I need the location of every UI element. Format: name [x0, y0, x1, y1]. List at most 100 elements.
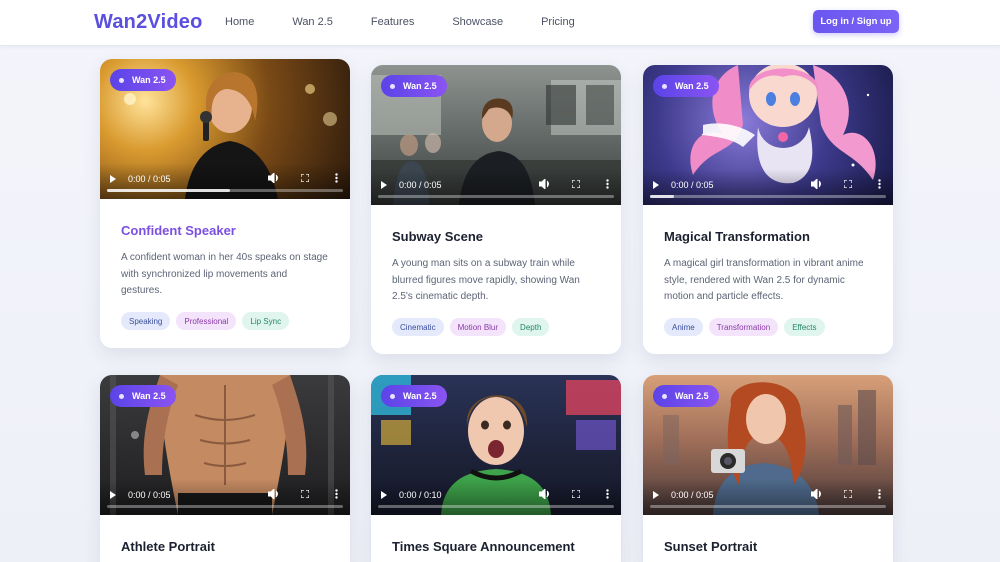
login-signup-button[interactable]: Log in / Sign up	[813, 10, 899, 33]
model-badge: Wan 2.5	[653, 75, 719, 97]
tag-list: Anime Transformation Effects	[664, 318, 873, 337]
showcase-card[interactable]: Wan 2.5 0:00 / 0:05 Athlete Portrait	[100, 375, 350, 562]
fullscreen-icon[interactable]	[572, 490, 580, 498]
progress-bar[interactable]	[378, 195, 614, 198]
video-controls: 0:00 / 0:05	[371, 169, 621, 205]
video-time: 0:00 / 0:05	[399, 180, 442, 190]
play-icon[interactable]	[381, 181, 387, 189]
progress-bar[interactable]	[107, 189, 343, 192]
volume-icon[interactable]	[539, 179, 551, 189]
video-controls: 0:00 / 0:05	[100, 163, 350, 199]
video-controls: 0:00 / 0:10	[371, 479, 621, 515]
fullscreen-icon[interactable]	[301, 490, 309, 498]
volume-icon[interactable]	[811, 179, 823, 189]
nav-link-wan25[interactable]: Wan 2.5	[292, 16, 333, 28]
tag-list: Speaking Professional Lip Sync	[121, 312, 330, 331]
tag: Transformation	[708, 318, 779, 337]
play-icon[interactable]	[653, 491, 659, 499]
tag: Depth	[512, 318, 550, 337]
badge-label: Wan 2.5	[675, 391, 709, 401]
card-title: Athlete Portrait	[121, 539, 215, 554]
more-options-icon[interactable]	[335, 489, 338, 499]
video-player[interactable]: Wan 2.5 0:00 / 0:05	[100, 59, 350, 199]
more-options-icon[interactable]	[878, 489, 881, 499]
progress-bar[interactable]	[650, 195, 886, 198]
card-body: Sunset Portrait	[643, 515, 893, 562]
fullscreen-icon[interactable]	[301, 174, 309, 182]
badge-dot-icon	[390, 83, 395, 89]
video-time: 0:00 / 0:05	[128, 490, 171, 500]
main-nav: Home Wan 2.5 Features Showcase Pricing	[225, 16, 613, 28]
nav-link-features[interactable]: Features	[371, 16, 414, 28]
showcase-card[interactable]: Wan 2.5 0:00 / 0:05 Confident Speaker A …	[100, 59, 350, 349]
tag: Speaking	[121, 312, 171, 331]
volume-icon[interactable]	[811, 489, 823, 499]
progress-bar[interactable]	[378, 505, 614, 508]
video-time: 0:00 / 0:05	[671, 490, 714, 500]
card-body: Subway Scene A young man sits on a subwa…	[371, 205, 621, 354]
tag: Motion Blur	[449, 318, 507, 337]
progress-bar[interactable]	[107, 505, 343, 508]
video-player[interactable]: Wan 2.5 0:00 / 0:05	[371, 65, 621, 205]
more-options-icon[interactable]	[878, 179, 881, 189]
badge-label: Wan 2.5	[132, 391, 166, 401]
model-badge: Wan 2.5	[110, 385, 176, 407]
nav-link-showcase[interactable]: Showcase	[452, 16, 503, 28]
volume-icon[interactable]	[268, 489, 280, 499]
video-time: 0:00 / 0:05	[128, 174, 171, 184]
badge-label: Wan 2.5	[403, 81, 437, 91]
more-options-icon[interactable]	[606, 489, 609, 499]
tag: Effects	[784, 318, 825, 337]
video-controls: 0:00 / 0:05	[643, 169, 893, 205]
fullscreen-icon[interactable]	[844, 490, 852, 498]
badge-label: Wan 2.5	[675, 81, 709, 91]
nav-link-home[interactable]: Home	[225, 16, 254, 28]
play-icon[interactable]	[110, 175, 116, 183]
tag-list: Cinematic Motion Blur Depth	[392, 318, 601, 337]
fullscreen-icon[interactable]	[844, 180, 852, 188]
card-title: Sunset Portrait	[664, 539, 758, 554]
video-player[interactable]: Wan 2.5 0:00 / 0:10	[371, 375, 621, 515]
play-icon[interactable]	[653, 181, 659, 189]
model-badge: Wan 2.5	[110, 69, 176, 91]
volume-icon[interactable]	[268, 173, 280, 183]
top-navbar: Wan2Video Home Wan 2.5 Features Showcase…	[0, 0, 1000, 46]
badge-dot-icon	[390, 393, 395, 399]
progress-bar[interactable]	[650, 505, 886, 508]
volume-icon[interactable]	[539, 489, 551, 499]
play-icon[interactable]	[381, 491, 387, 499]
fullscreen-icon[interactable]	[572, 180, 580, 188]
badge-dot-icon	[662, 393, 667, 399]
showcase-card[interactable]: Wan 2.5 0:00 / 0:05 Magical Transformati…	[643, 65, 893, 355]
showcase-card[interactable]: Wan 2.5 0:00 / 0:10 Times Square Announc…	[371, 375, 621, 562]
card-description: A young man sits on a subway train while…	[392, 258, 580, 303]
more-options-icon[interactable]	[606, 179, 609, 189]
more-options-icon[interactable]	[335, 173, 338, 183]
video-controls: 0:00 / 0:05	[643, 479, 893, 515]
model-badge: Wan 2.5	[381, 75, 447, 97]
card-description: A confident woman in her 40s speaks on s…	[121, 252, 328, 297]
badge-label: Wan 2.5	[132, 75, 166, 85]
play-icon[interactable]	[110, 491, 116, 499]
video-player[interactable]: Wan 2.5 0:00 / 0:05	[100, 375, 350, 515]
video-player[interactable]: Wan 2.5 0:00 / 0:05	[643, 375, 893, 515]
video-player[interactable]: Wan 2.5 0:00 / 0:05	[643, 65, 893, 205]
card-body: Confident Speaker A confident woman in h…	[100, 199, 350, 348]
showcase-card[interactable]: Wan 2.5 0:00 / 0:05 Sunset Portrait	[643, 375, 893, 562]
video-time: 0:00 / 0:05	[671, 180, 714, 190]
video-time: 0:00 / 0:10	[399, 490, 442, 500]
badge-dot-icon	[662, 83, 667, 89]
progress-fill	[107, 189, 230, 192]
card-description: A magical girl transformation in vibrant…	[664, 258, 864, 303]
tag: Professional	[176, 312, 237, 331]
card-title: Times Square Announcement	[392, 539, 575, 554]
tag: Anime	[664, 318, 703, 337]
model-badge: Wan 2.5	[381, 385, 447, 407]
badge-label: Wan 2.5	[403, 391, 437, 401]
site-logo[interactable]: Wan2Video	[94, 11, 203, 34]
card-title: Magical Transformation	[664, 229, 810, 244]
showcase-card[interactable]: Wan 2.5 0:00 / 0:05 Subway Scene A young…	[371, 65, 621, 355]
card-title: Subway Scene	[392, 229, 484, 244]
progress-fill	[650, 195, 674, 198]
nav-link-pricing[interactable]: Pricing	[541, 16, 575, 28]
